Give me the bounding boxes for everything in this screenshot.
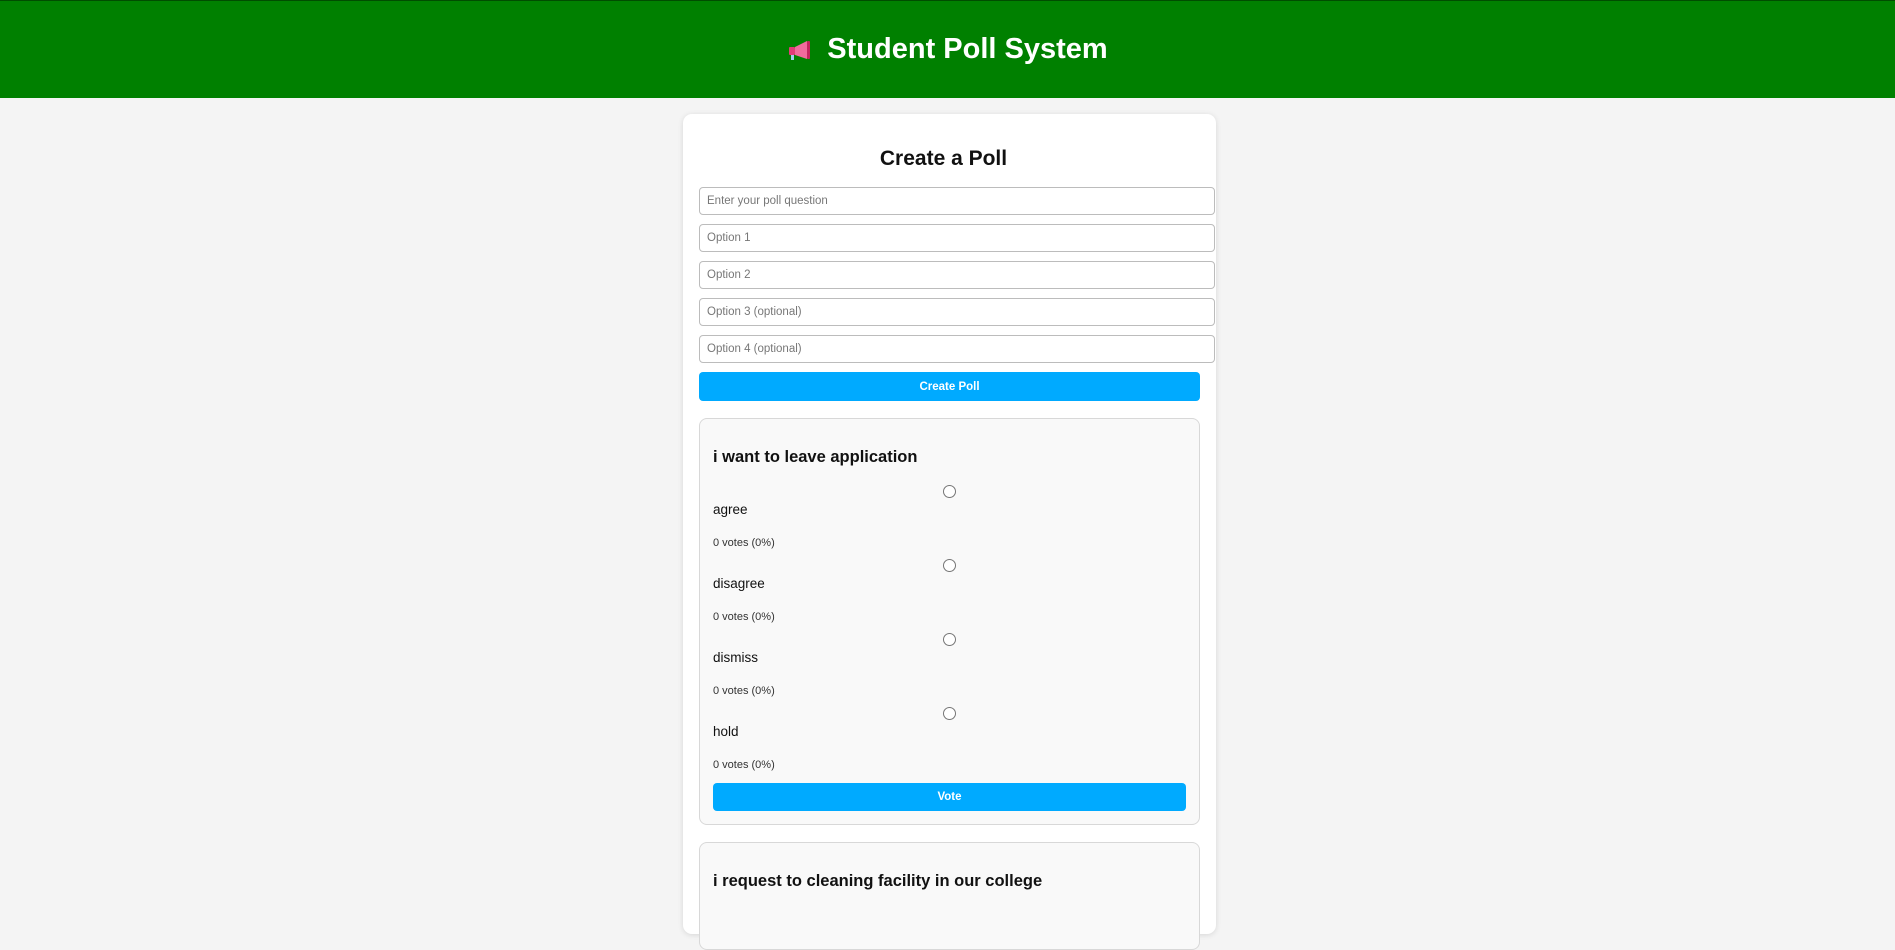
- option-4-input[interactable]: [699, 335, 1215, 363]
- option-label: disagree: [713, 576, 765, 591]
- poll-card: i request to cleaning facility in our co…: [699, 842, 1200, 950]
- option-radio[interactable]: [943, 707, 956, 720]
- option-3-input[interactable]: [699, 298, 1215, 326]
- option-radio[interactable]: [943, 633, 956, 646]
- option-vote-count: 0 votes (0%): [713, 537, 775, 549]
- poll-question: i request to cleaning facility in our co…: [713, 872, 1043, 890]
- option-vote-count: 0 votes (0%): [713, 611, 775, 623]
- option-2-input[interactable]: [699, 261, 1215, 289]
- option-vote-count: 0 votes (0%): [713, 759, 775, 771]
- app-header: Student Poll System: [0, 0, 1895, 98]
- poll-container: Create a Poll Create Poll i want to leav…: [683, 114, 1216, 950]
- poll-option-hold: hold 0 votes (0%): [713, 707, 1186, 781]
- option-radio[interactable]: [943, 559, 956, 572]
- poll-card: i want to leave application agree 0 vote…: [699, 418, 1200, 825]
- vote-button[interactable]: Vote: [713, 783, 1186, 811]
- poll-option-dismiss: dismiss 0 votes (0%): [713, 633, 1186, 707]
- poll-question: i want to leave application: [713, 448, 918, 466]
- poll-option-disagree: disagree 0 votes (0%): [713, 559, 1186, 633]
- option-label: hold: [713, 724, 739, 739]
- poll-question-input[interactable]: [699, 187, 1215, 215]
- option-label: agree: [713, 502, 748, 517]
- option-vote-count: 0 votes (0%): [713, 685, 775, 697]
- app-title: Student Poll System: [827, 33, 1108, 65]
- create-poll-button[interactable]: Create Poll: [699, 372, 1200, 401]
- option-1-input[interactable]: [699, 224, 1215, 252]
- megaphone-icon: [789, 40, 811, 60]
- option-label: dismiss: [713, 650, 759, 665]
- poll-option-agree: agree 0 votes (0%): [713, 485, 1186, 559]
- option-radio[interactable]: [943, 485, 956, 498]
- create-poll-heading: Create a Poll: [879, 147, 1008, 170]
